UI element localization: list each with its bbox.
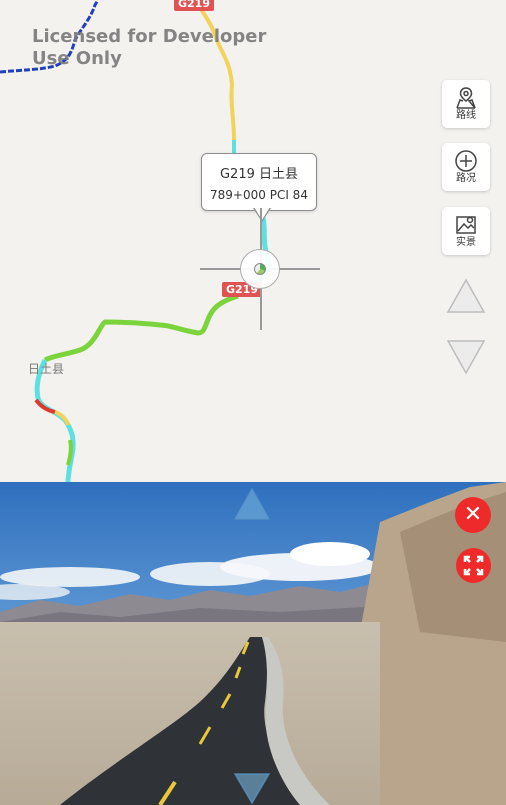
traffic-button[interactable]: 路况 bbox=[442, 143, 490, 191]
street-view-photo: ✕ bbox=[0, 482, 506, 805]
popup-road-name: G219 日土县 bbox=[219, 167, 299, 182]
place-label-ritu: 日土县 bbox=[28, 362, 65, 376]
street-view-button[interactable]: 实景 bbox=[442, 207, 490, 255]
scene-image-icon bbox=[456, 216, 476, 234]
location-crosshair bbox=[200, 208, 320, 330]
road-shield-g219-top: G219 bbox=[174, 0, 214, 11]
nav-down-icon[interactable] bbox=[233, 772, 271, 805]
map-view[interactable]: Licensed for Developer Use Only G219 G21… bbox=[0, 0, 506, 482]
road-scene-image bbox=[0, 482, 506, 805]
license-watermark: Licensed for Developer Use Only bbox=[32, 26, 267, 69]
close-icon: ✕ bbox=[463, 502, 483, 527]
road-info-popup: G219 日土县 789+000 PCI 84 bbox=[201, 153, 317, 211]
street-view-button-label: 实景 bbox=[456, 237, 476, 248]
traffic-button-label: 路况 bbox=[456, 173, 476, 184]
arrow-up-icon[interactable] bbox=[446, 278, 486, 314]
route-button-label: 路线 bbox=[456, 110, 476, 121]
fullscreen-button[interactable] bbox=[456, 548, 491, 583]
location-marker-icon bbox=[254, 263, 266, 275]
close-button[interactable]: ✕ bbox=[455, 497, 491, 533]
route-button[interactable]: 路线 bbox=[442, 80, 490, 128]
route-map-icon bbox=[456, 87, 476, 109]
fullscreen-icon bbox=[463, 555, 484, 576]
nav-up-icon[interactable] bbox=[233, 487, 271, 521]
traffic-plus-icon bbox=[455, 150, 477, 172]
arrow-down-icon[interactable] bbox=[446, 339, 486, 375]
popup-stake-pci: 789+000 PCI 84 bbox=[210, 188, 308, 202]
